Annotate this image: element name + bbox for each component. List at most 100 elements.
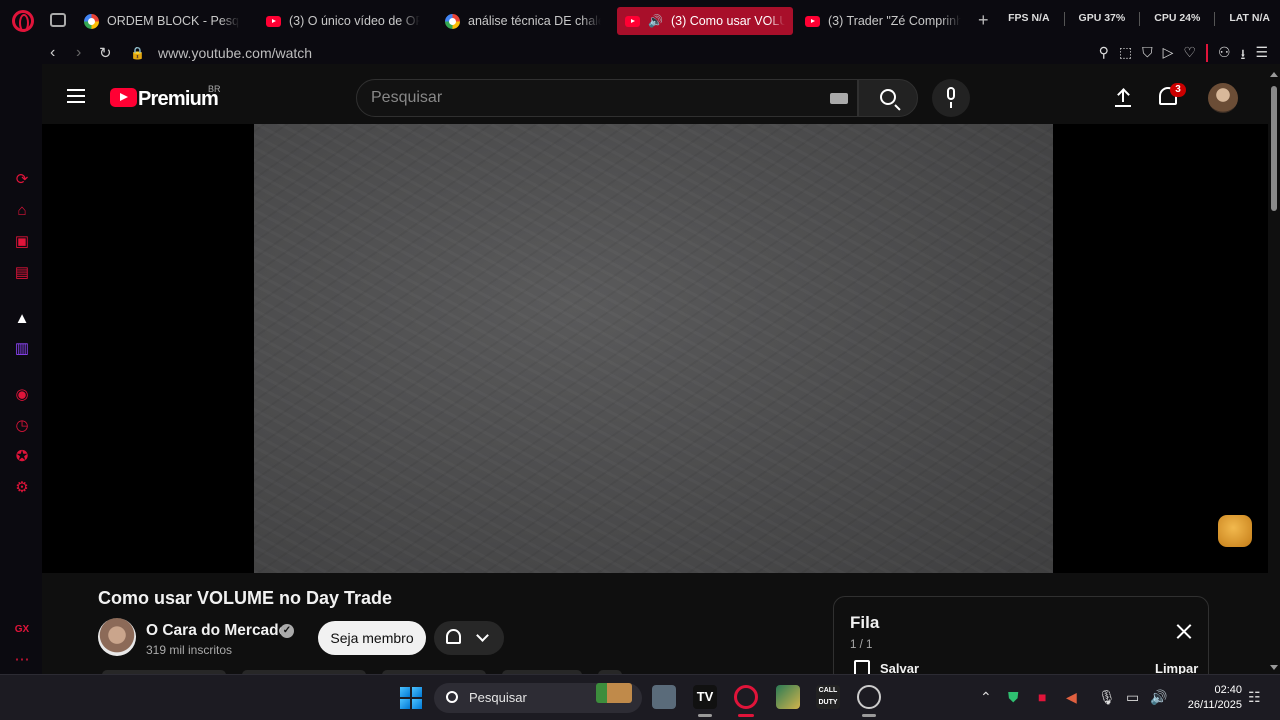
cleaner-icon[interactable]: ▣: [14, 234, 30, 250]
app-indicator: [698, 714, 712, 717]
youtube-icon: [625, 15, 640, 27]
screen: ORDEM BLOCK - Pesquisa (3) O único vídeo…: [0, 0, 1280, 720]
tab-analise-tecnica[interactable]: análise técnica DE chales: [437, 7, 609, 35]
cpu-stat: CPU 24%: [1154, 12, 1201, 24]
country-code: BR: [208, 84, 221, 94]
app-tray-icon[interactable]: ■: [1038, 689, 1046, 705]
divider: [1205, 44, 1208, 62]
chrome-like-icon[interactable]: [857, 685, 881, 709]
aria-icon[interactable]: ▲: [14, 311, 30, 327]
scroll-thumb[interactable]: [1271, 86, 1277, 211]
notification-badge: 3: [1170, 83, 1186, 97]
google-icon: [84, 13, 99, 29]
network-icon[interactable]: ▭: [1126, 689, 1139, 706]
video-frame[interactable]: [254, 124, 1053, 573]
gx-icon[interactable]: GX: [14, 622, 30, 638]
extensions-icon[interactable]: ✪: [14, 449, 30, 465]
notifications-icon[interactable]: ☷: [1248, 689, 1261, 706]
call-of-duty-icon[interactable]: CALL DUTY: [816, 685, 840, 709]
search-icon: [880, 89, 896, 105]
video-title: Como usar VOLUME no Day Trade: [98, 588, 393, 608]
youtube-icon: [266, 15, 281, 27]
tab-ordem-block[interactable]: ORDEM BLOCK - Pesquisa: [76, 7, 248, 35]
tray-icon[interactable]: ◀: [1066, 689, 1077, 706]
tab-manager-icon[interactable]: [50, 13, 66, 27]
search-button[interactable]: [858, 79, 918, 117]
tab-ze-comprinha[interactable]: (3) Trader "Zé Comprinha": [797, 7, 969, 35]
divider: [1139, 12, 1141, 26]
tab-label: (3) Como usar VOLUME: [670, 14, 785, 28]
channel-name[interactable]: O Cara do Mercado: [146, 622, 288, 640]
lat-stat: LAT N/A: [1229, 12, 1270, 24]
back-icon[interactable]: ‹: [50, 44, 55, 62]
fps-stat: FPS N/A: [1008, 12, 1050, 24]
fist-emoji-icon: [1218, 515, 1252, 547]
more-icon[interactable]: ⋯: [14, 652, 30, 668]
clock[interactable]: 02:40 26/11/2025: [1178, 683, 1242, 713]
channel-avatar[interactable]: [98, 618, 136, 656]
join-button[interactable]: Seja membro: [318, 621, 426, 655]
defender-icon[interactable]: ⛊: [1008, 689, 1019, 706]
divider: [1063, 12, 1065, 26]
microphone-tray-icon[interactable]: 🎙: [1098, 689, 1116, 706]
lock-icon[interactable]: 🔒: [130, 46, 145, 60]
tab-label: análise técnica DE chales: [468, 14, 601, 28]
tab-label: (3) Trader "Zé Comprinha": [828, 14, 961, 28]
youtube-icon: [805, 15, 820, 27]
address-bar: ‹ › ↻ 🔒 www.youtube.com/watch ⚲ ⬚ ⛉ ▷ ♡ …: [0, 42, 1280, 64]
windows-start-icon[interactable]: [400, 687, 422, 709]
reload-icon[interactable]: ↻: [99, 44, 112, 62]
keyboard-icon[interactable]: [830, 93, 848, 104]
opera-sidebar: ⟳ ⌂ ▣ ▤ ▲ ▥ ◉ ◷ ✪ ⚙ GX ⋯: [0, 64, 42, 674]
youtube-brand[interactable]: Premium: [138, 88, 219, 111]
browser-tab-bar: ORDEM BLOCK - Pesquisa (3) O único vídeo…: [0, 0, 1280, 42]
account-avatar[interactable]: [1208, 83, 1238, 113]
microphone-icon: [947, 87, 955, 108]
search-highlight-icon: [596, 683, 632, 703]
upload-icon[interactable]: [1115, 87, 1131, 107]
forward-icon[interactable]: ›: [76, 44, 81, 62]
taskbar-search-label: Pesquisar: [469, 690, 527, 705]
queue-count: 1 / 1: [850, 639, 873, 651]
tab-label: ORDEM BLOCK - Pesquisa: [107, 14, 240, 28]
tab-ordem-video[interactable]: (3) O único vídeo de ORDEM: [258, 7, 428, 35]
tray-overflow-icon[interactable]: ⌃: [980, 689, 992, 706]
search-icon: [446, 691, 458, 703]
queue-title: Fila: [850, 613, 880, 632]
active-app-indicator: [738, 714, 754, 717]
youtube-logo-icon[interactable]: [110, 88, 137, 107]
gx-hardware-stats: FPS N/A GPU 37% CPU 24% LAT N/A: [1008, 12, 1270, 26]
tradingview-icon[interactable]: TV: [693, 685, 717, 709]
tab-como-usar-volume[interactable]: 🔊 (3) Como usar VOLUME: [617, 7, 793, 35]
opera-gx-taskbar-icon[interactable]: [734, 685, 758, 709]
url-field[interactable]: www.youtube.com/watch: [158, 45, 312, 61]
gx-control-icon[interactable]: ⟳: [14, 172, 30, 188]
history-icon[interactable]: ◷: [14, 418, 30, 434]
settings-icon[interactable]: ⚙: [14, 480, 30, 496]
divider: [1214, 12, 1216, 26]
close-icon[interactable]: [1176, 623, 1192, 639]
gx-corner-icon[interactable]: ⌂: [14, 203, 30, 219]
player-icon[interactable]: ◉: [14, 387, 30, 403]
opera-logo-icon[interactable]: [12, 10, 34, 32]
speaker-icon[interactable]: 🔊: [648, 14, 663, 28]
subscription-notify-button[interactable]: [434, 621, 504, 655]
new-tab-button[interactable]: +: [978, 11, 989, 29]
scroll-up-icon[interactable]: [1270, 72, 1278, 77]
search-input[interactable]: [371, 89, 811, 107]
volume-icon[interactable]: 🔊: [1150, 689, 1167, 706]
bell-icon: [446, 629, 461, 644]
twitch-icon[interactable]: ▥: [14, 341, 30, 357]
date: 26/11/2025: [1187, 699, 1242, 711]
hamburger-icon[interactable]: [67, 89, 85, 103]
messenger-icon[interactable]: ▤: [14, 265, 30, 281]
app-indicator: [862, 714, 876, 717]
time: 02:40: [1214, 684, 1242, 696]
calculator-icon[interactable]: [652, 685, 676, 709]
verified-badge-icon: ✓: [280, 624, 294, 638]
voice-search-button[interactable]: [932, 79, 970, 117]
page-scrollbar[interactable]: [1268, 64, 1280, 674]
scroll-down-icon[interactable]: [1270, 665, 1278, 670]
search-box: [356, 79, 858, 117]
game-launcher-icon[interactable]: [776, 685, 800, 709]
